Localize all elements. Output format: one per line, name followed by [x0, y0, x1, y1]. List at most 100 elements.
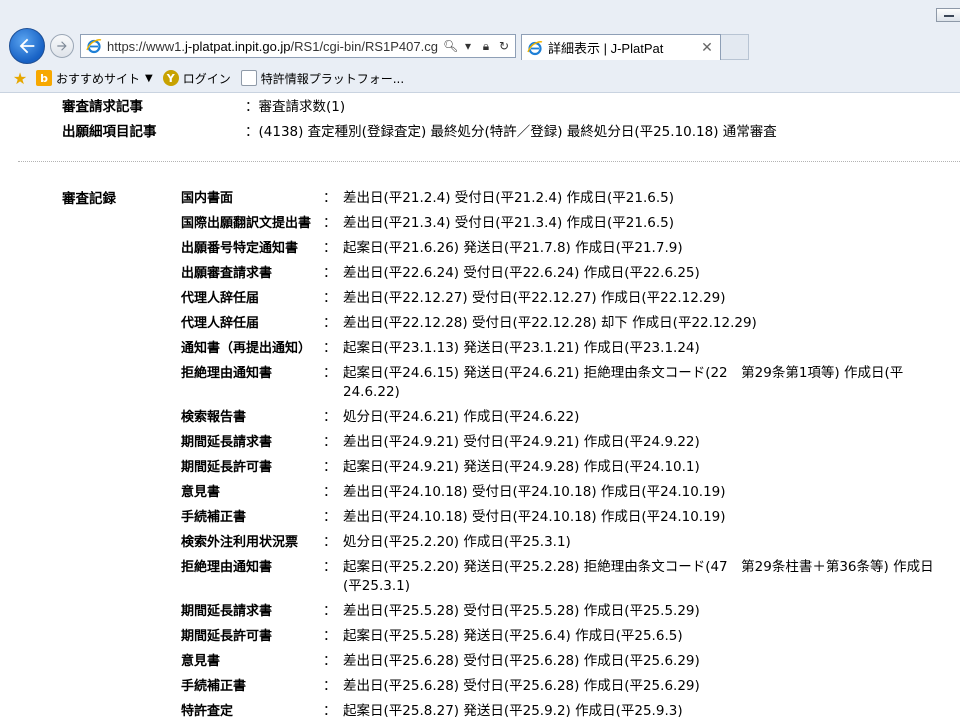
fav-label: ログイン	[182, 71, 231, 86]
url-text[interactable]: https://www1.j-platpat.inpit.go.jp/RS1/c…	[107, 39, 447, 54]
record-colon: ：	[323, 340, 337, 356]
address-bar[interactable]: https://www1.j-platpat.inpit.go.jp/RS1/c…	[80, 34, 516, 58]
fav-item-login[interactable]: Y ログイン	[162, 70, 231, 87]
record-document-name[interactable]: 意見書	[181, 652, 323, 671]
url-path: /RS1/cgi-bin/RS1P407.cg	[290, 38, 438, 54]
record-document-name[interactable]: 通知書（再提出通知）	[181, 339, 323, 358]
record-document-name[interactable]: 出願番号特定通知書	[181, 239, 323, 258]
exam-record-row: 国内書面： 差出日(平21.2.4) 受付日(平21.2.4) 作成日(平21.6…	[181, 186, 956, 211]
record-colon: ：	[323, 603, 337, 619]
exam-record-list: 国内書面：差出日(平21.2.4) 受付日(平21.2.4) 作成日(平21.6…	[181, 186, 956, 720]
record-colon: ：	[323, 678, 337, 694]
minimize-button[interactable]	[936, 8, 960, 22]
browser-chrome: https://www1.j-platpat.inpit.go.jp/RS1/c…	[0, 0, 960, 93]
record-document-name[interactable]: 国内書面	[181, 189, 323, 208]
exam-record-row: 手続補正書： 差出日(平24.10.18) 受付日(平24.10.18) 作成日(…	[181, 505, 956, 530]
meta-value: ：審査請求数(1)	[245, 99, 346, 115]
record-document-name[interactable]: 意見書	[181, 483, 323, 502]
ie-tab-icon	[527, 40, 543, 55]
exam-record-row: 通知書（再提出通知）： 起案日(平23.1.13) 発送日(平23.1.21) 作…	[181, 336, 956, 361]
meta-label: 審査請求記事	[62, 99, 143, 115]
refresh-icon[interactable]: ↻	[497, 38, 511, 54]
record-colon: ：	[323, 628, 337, 644]
record-detail: 起案日(平23.1.13) 発送日(平23.1.21) 作成日(平23.1.24…	[343, 340, 700, 356]
record-colon: ：	[323, 365, 337, 381]
record-document-name[interactable]: 代理人辞任届	[181, 289, 323, 308]
exam-record-row: 拒絶理由通知書： 起案日(平25.2.20) 発送日(平25.2.28) 拒絶理由…	[181, 555, 956, 599]
record-detail: 起案日(平25.5.28) 発送日(平25.6.4) 作成日(平25.6.5)	[343, 628, 683, 644]
exam-record-row: 国際出願翻訳文提出書： 差出日(平21.3.4) 受付日(平21.3.4) 作成日…	[181, 211, 956, 236]
record-colon: ：	[323, 484, 337, 500]
meta-row-application-details: 出願細項目記事 ：(4138) 査定種別(登録査定) 最終処分(特許／登録) 最…	[62, 120, 777, 140]
record-document-name[interactable]: 代理人辞任届	[181, 314, 323, 333]
record-detail: 差出日(平25.6.28) 受付日(平25.6.28) 作成日(平25.6.29…	[343, 678, 700, 694]
record-colon: ：	[323, 290, 337, 306]
exam-record-row: 検索外注利用状況票： 処分日(平25.2.20) 作成日(平25.3.1)	[181, 530, 956, 555]
record-colon: ：	[323, 240, 337, 256]
page-content: 審査請求記事 ：審査請求数(1) 出願細項目記事 ：(4138) 査定種別(登録…	[0, 93, 960, 720]
close-icon[interactable]: ✕	[700, 40, 714, 56]
record-document-name[interactable]: 拒絶理由通知書	[181, 558, 323, 596]
record-document-name[interactable]: 期間延長許可書	[181, 627, 323, 646]
record-detail: 差出日(平24.10.18) 受付日(平24.10.18) 作成日(平24.10…	[343, 484, 726, 500]
record-detail: 差出日(平22.12.27) 受付日(平22.12.27) 作成日(平22.12…	[343, 290, 726, 306]
record-colon: ：	[323, 653, 337, 669]
record-document-name[interactable]: 出願審査請求書	[181, 264, 323, 283]
exam-record-row: 意見書： 差出日(平24.10.18) 受付日(平24.10.18) 作成日(平2…	[181, 480, 956, 505]
record-detail: 起案日(平21.6.26) 発送日(平21.7.8) 作成日(平21.7.9)	[343, 240, 683, 256]
search-icon[interactable]: 🔍︎	[443, 38, 458, 54]
favorites-bar: ★ b おすすめサイト ▼ Y ログイン 特許情報プラットフォー...	[0, 64, 960, 92]
fav-item-jplatpat[interactable]: 特許情報プラットフォー...	[240, 70, 405, 87]
fav-label: 特許情報プラットフォー...	[260, 71, 405, 86]
tab-title: 詳細表示 | J-PlatPat	[548, 41, 664, 56]
exam-record-row: 期間延長請求書： 差出日(平24.9.21) 受付日(平24.9.21) 作成日(…	[181, 430, 956, 455]
page-icon	[240, 70, 257, 86]
record-detail: 起案日(平25.8.27) 発送日(平25.9.2) 作成日(平25.9.3)	[343, 703, 683, 719]
record-document-name[interactable]: 国際出願翻訳文提出書	[181, 214, 323, 233]
url-scheme: https://www1.	[107, 38, 186, 54]
record-document-name[interactable]: 期間延長請求書	[181, 602, 323, 621]
record-colon: ：	[323, 265, 337, 281]
exam-record-row: 期間延長許可書： 起案日(平24.9.21) 発送日(平24.9.28) 作成日(…	[181, 455, 956, 480]
exam-record-row: 拒絶理由通知書： 起案日(平24.6.15) 発送日(平24.6.21) 拒絶理由…	[181, 361, 956, 405]
exam-record-heading: 審査記録	[62, 191, 116, 207]
back-button[interactable]	[9, 28, 45, 64]
record-document-name[interactable]: 検索報告書	[181, 408, 323, 427]
record-document-name[interactable]: 期間延長許可書	[181, 458, 323, 477]
forward-arrow-icon	[57, 41, 67, 51]
record-colon: ：	[323, 534, 337, 550]
favorites-star-button[interactable]: ★	[12, 68, 32, 88]
exam-record-row: 意見書： 差出日(平25.6.28) 受付日(平25.6.28) 作成日(平25.…	[181, 649, 956, 674]
record-document-name[interactable]: 期間延長請求書	[181, 433, 323, 452]
exam-record-row: 出願審査請求書： 差出日(平22.6.24) 受付日(平22.6.24) 作成日(…	[181, 261, 956, 286]
new-tab-button[interactable]	[721, 34, 749, 60]
tab-jplatpat[interactable]: 詳細表示 | J-PlatPat ✕	[521, 34, 721, 60]
exam-record-row: 代理人辞任届： 差出日(平22.12.27) 受付日(平22.12.27) 作成日…	[181, 286, 956, 311]
record-colon: ：	[323, 190, 337, 206]
record-detail: 差出日(平24.9.21) 受付日(平24.9.21) 作成日(平24.9.22…	[343, 434, 700, 450]
exam-record-row: 手続補正書： 差出日(平25.6.28) 受付日(平25.6.28) 作成日(平2…	[181, 674, 956, 699]
record-detail: 処分日(平25.2.20) 作成日(平25.3.1)	[343, 534, 571, 550]
yahoo-icon: Y	[162, 70, 179, 86]
record-document-name[interactable]: 特許査定	[181, 702, 323, 720]
section-divider	[18, 161, 960, 162]
record-document-name[interactable]: 手続補正書	[181, 677, 323, 696]
exam-record-row: 特許査定： 起案日(平25.8.27) 発送日(平25.9.2) 作成日(平25.…	[181, 699, 956, 720]
record-colon: ：	[323, 315, 337, 331]
bing-icon: b	[36, 70, 52, 86]
record-document-name[interactable]: 手続補正書	[181, 508, 323, 527]
record-document-name[interactable]: 拒絶理由通知書	[181, 364, 323, 402]
dropdown-arrow-icon[interactable]: ▾	[461, 38, 475, 54]
star-icon: ★	[12, 68, 28, 88]
back-arrow-icon	[19, 38, 35, 54]
record-colon: ：	[323, 559, 337, 575]
forward-button[interactable]	[50, 34, 74, 58]
record-document-name[interactable]: 検索外注利用状況票	[181, 533, 323, 552]
title-strip	[0, 0, 960, 26]
fav-item-recommended[interactable]: b おすすめサイト ▼	[36, 70, 153, 87]
lock-icon[interactable]: 🔒︎	[479, 38, 493, 54]
record-detail: 差出日(平21.2.4) 受付日(平21.2.4) 作成日(平21.6.5)	[343, 190, 675, 206]
record-detail: 処分日(平24.6.21) 作成日(平24.6.22)	[343, 409, 580, 425]
record-detail: 起案日(平24.6.15) 発送日(平24.6.21) 拒絶理由条文コード(22…	[343, 365, 904, 400]
meta-value: ：(4138) 査定種別(登録査定) 最終処分(特許／登録) 最終処分日(平25…	[245, 124, 777, 140]
